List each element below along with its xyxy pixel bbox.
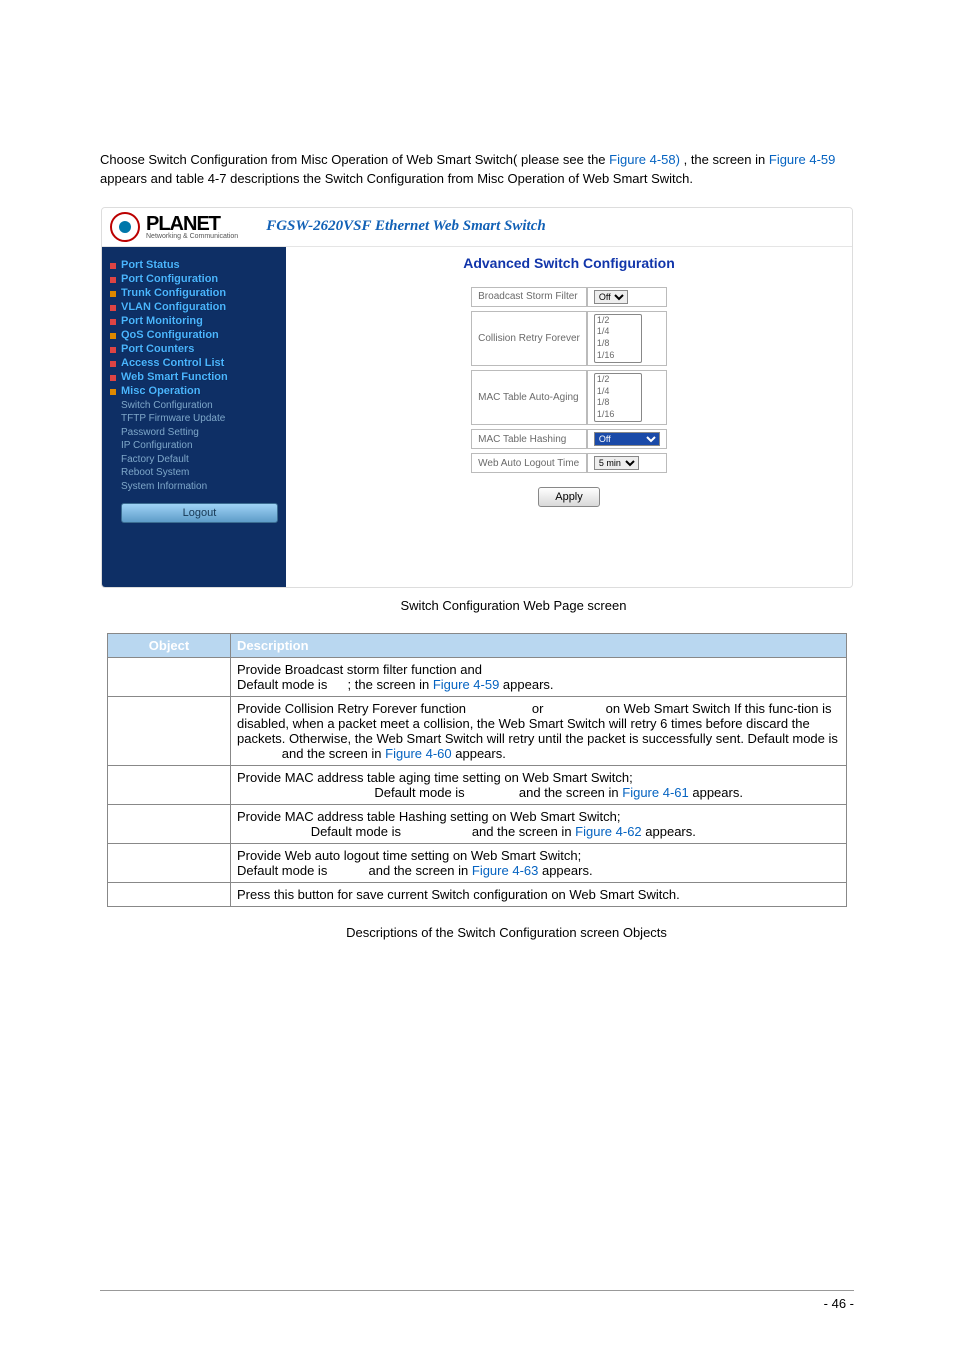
subnav-switch-configuration[interactable]: Switch Configuration (121, 399, 278, 413)
intro-text: appears and table 4-7 descriptions the S… (100, 171, 693, 186)
label-collision-retry-forever: Collision Retry Forever (471, 311, 587, 366)
nav-trunk-configuration[interactable]: Trunk Configuration (110, 287, 278, 299)
nav-port-status[interactable]: Port Status (110, 259, 278, 271)
table-row: Web Auto Logout Time Provide Web auto lo… (108, 843, 847, 882)
nav-port-monitoring[interactable]: Port Monitoring (110, 315, 278, 327)
cell-description: Provide MAC address table aging time set… (231, 765, 847, 804)
table-caption: Table 4-7 Descriptions of the Switch Con… (100, 925, 854, 940)
cell-description: Provide Web auto logout time setting on … (231, 843, 847, 882)
main-panel: Advanced Switch Configuration Broadcast … (286, 247, 852, 587)
document-page: Choose Switch Configuration from Misc Op… (0, 0, 954, 1351)
subnav-password-setting[interactable]: Password Setting (121, 426, 278, 440)
bullet-icon (110, 277, 116, 283)
cell-object: MAC Table Auto-Aging (108, 765, 231, 804)
screenshot-header: PLANET Networking & Communication FGSW-2… (102, 208, 852, 247)
bullet-icon (110, 263, 116, 269)
planet-logo-icon (110, 212, 140, 242)
embedded-screenshot: PLANET Networking & Communication FGSW-2… (101, 207, 853, 588)
figure-caption: Figure 4-59 Switch Configuration Web Pag… (100, 598, 854, 613)
table-row: Apply Press this button for save current… (108, 882, 847, 906)
brand-tagline: Networking & Communication (146, 233, 238, 240)
sidebar-nav: Port Status Port Configuration Trunk Con… (102, 247, 286, 587)
select-broadcast-storm-filter[interactable]: Off (594, 290, 628, 304)
figure-link-4-59[interactable]: Figure 4-59 (769, 152, 835, 167)
header-object: Object (108, 633, 231, 657)
description-table: Object Description Broadcast Storm Filte… (107, 633, 847, 907)
intro-text: Choose Switch Configuration from Misc Op… (100, 152, 609, 167)
figure-link[interactable]: Figure 4-60 (385, 746, 451, 761)
label-mac-table-auto-aging: MAC Table Auto-Aging (471, 370, 587, 425)
bullet-icon (110, 347, 116, 353)
figure-link[interactable]: Figure 4-62 (575, 824, 641, 839)
figure-link-4-58[interactable]: Figure 4-58) (609, 152, 680, 167)
nav-port-counters[interactable]: Port Counters (110, 343, 278, 355)
table-row: Collision Retry Forever Provide Collisio… (108, 696, 847, 765)
cell-description: Press this button for save current Switc… (231, 882, 847, 906)
bullet-icon (110, 389, 116, 395)
nav-web-smart-function[interactable]: Web Smart Function (110, 371, 278, 383)
panel-title: Advanced Switch Configuration (294, 255, 844, 271)
row-broadcast-storm-filter: Broadcast Storm Filter Off (471, 287, 667, 307)
apply-button[interactable]: Apply (538, 487, 600, 507)
cell-object: Apply (108, 882, 231, 906)
figure-link[interactable]: Figure 4-63 (472, 863, 538, 878)
row-mac-table-hashing: MAC Table Hashing Off CRC Hash (471, 429, 667, 449)
row-web-auto-logout-time: Web Auto Logout Time 5 min (471, 453, 667, 473)
header-description: Description (231, 633, 847, 657)
select-web-auto-logout-time[interactable]: 5 min (594, 456, 639, 470)
figure-link[interactable]: Figure 4-59 (433, 677, 499, 692)
cell-description: Provide Collision Retry Forever function… (231, 696, 847, 765)
select-mac-table-hashing[interactable]: Off CRC Hash (594, 432, 660, 446)
footer-rule (100, 1290, 854, 1291)
table-row: MAC Table Hashing Provide MAC address ta… (108, 804, 847, 843)
cell-object: Broadcast Storm Filter (108, 657, 231, 696)
config-table: Broadcast Storm Filter Off Collision Ret… (471, 283, 667, 477)
logout-button[interactable]: Logout (121, 503, 278, 523)
row-collision-retry-forever: Collision Retry Forever 1/2 1/4 1/8 1/16 (471, 311, 667, 366)
select-mac-table-auto-aging[interactable]: 1/2 1/4 1/8 1/16 (594, 373, 642, 422)
figure-link[interactable]: Figure 4-61 (622, 785, 688, 800)
nav-access-control-list[interactable]: Access Control List (110, 357, 278, 369)
cell-description: Provide MAC address table Hashing settin… (231, 804, 847, 843)
subnav-reboot-system[interactable]: Reboot System (121, 466, 278, 480)
bullet-icon (110, 375, 116, 381)
label-mac-table-hashing: MAC Table Hashing (471, 429, 587, 449)
table-row: Broadcast Storm Filter Provide Broadcast… (108, 657, 847, 696)
bullet-icon (110, 361, 116, 367)
bullet-icon (110, 305, 116, 311)
intro-text: , the screen in (684, 152, 769, 167)
screenshot-body: Port Status Port Configuration Trunk Con… (102, 247, 852, 587)
table-header-row: Object Description (108, 633, 847, 657)
cell-description: Provide Broadcast storm filter function … (231, 657, 847, 696)
cell-object: Web Auto Logout Time (108, 843, 231, 882)
subnav-ip-configuration[interactable]: IP Configuration (121, 439, 278, 453)
label-web-auto-logout-time: Web Auto Logout Time (471, 453, 587, 473)
bullet-icon (110, 291, 116, 297)
label-broadcast-storm-filter: Broadcast Storm Filter (471, 287, 587, 307)
intro-paragraph: Choose Switch Configuration from Misc Op… (100, 151, 854, 189)
nav-port-configuration[interactable]: Port Configuration (110, 273, 278, 285)
subnav-tftp-firmware-update[interactable]: TFTP Firmware Update (121, 412, 278, 426)
product-name: FGSW-2620VSF Ethernet Web Smart Switch (266, 218, 546, 235)
cell-object: MAC Table Hashing (108, 804, 231, 843)
table-row: MAC Table Auto-Aging Provide MAC address… (108, 765, 847, 804)
select-collision-retry-forever[interactable]: 1/2 1/4 1/8 1/16 (594, 314, 642, 363)
nav-misc-operation[interactable]: Misc Operation (110, 385, 278, 397)
page-number: - 46 - (824, 1296, 854, 1311)
cell-object: Collision Retry Forever (108, 696, 231, 765)
bullet-icon (110, 319, 116, 325)
subnav-system-information[interactable]: System Information (121, 480, 278, 494)
nav-vlan-configuration[interactable]: VLAN Configuration (110, 301, 278, 313)
bullet-icon (110, 333, 116, 339)
nav-qos-configuration[interactable]: QoS Configuration (110, 329, 278, 341)
subnav-factory-default[interactable]: Factory Default (121, 453, 278, 467)
row-mac-table-auto-aging: MAC Table Auto-Aging 1/2 1/4 1/8 1/16 (471, 370, 667, 425)
